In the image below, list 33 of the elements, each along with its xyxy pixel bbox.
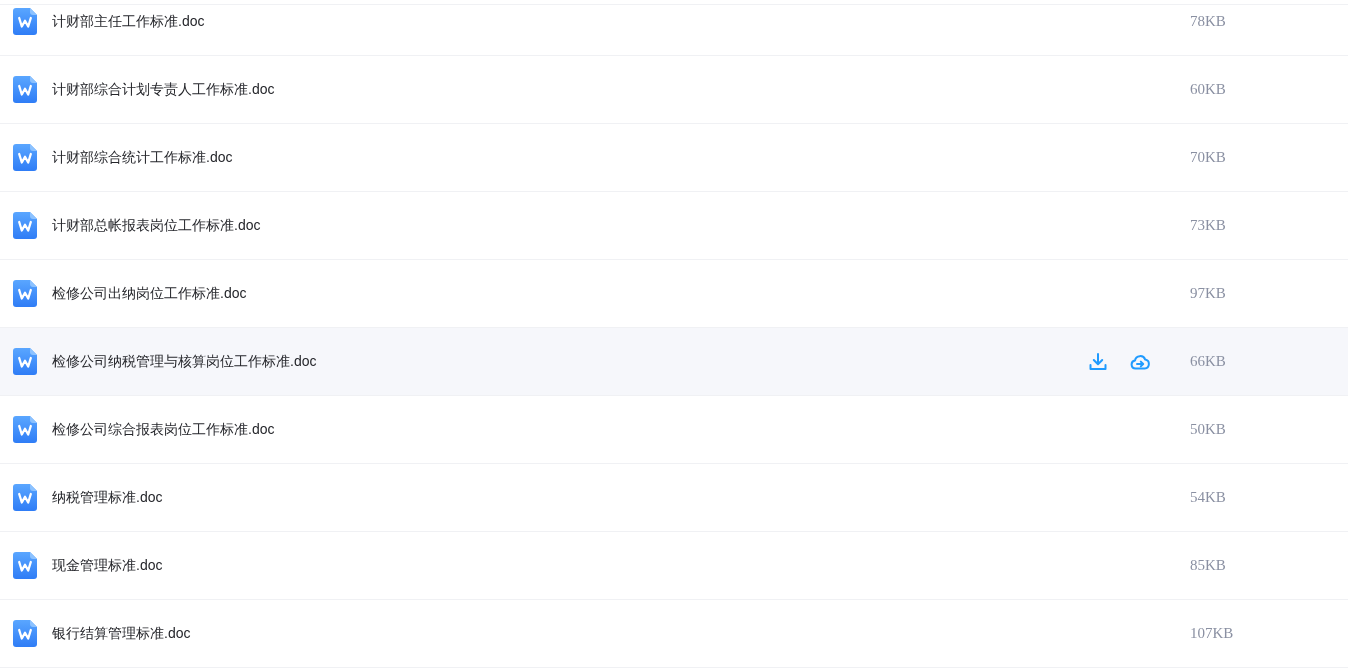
file-name: 纳税管理标准.doc: [52, 488, 164, 507]
file-size: 54KB: [1190, 489, 1226, 506]
file-name: 检修公司出纳岗位工作标准.doc: [52, 284, 248, 303]
file-size: 78KB: [1190, 13, 1226, 30]
word-document-icon: [13, 552, 37, 579]
file-name: 银行结算管理标准.doc: [52, 624, 192, 643]
word-document-icon: [13, 348, 37, 375]
word-document-icon: [13, 620, 37, 647]
word-document-icon: [13, 280, 37, 307]
file-name: 计财部总帐报表岗位工作标准.doc: [52, 216, 262, 235]
file-name: 检修公司纳税管理与核算岗位工作标准.doc: [52, 352, 318, 371]
file-size: 66KB: [1190, 353, 1226, 370]
word-document-icon: [13, 8, 37, 35]
file-name: 计财部综合统计工作标准.doc: [52, 148, 234, 167]
word-document-icon: [13, 144, 37, 171]
file-row[interactable]: 计财部主任工作标准.doc 78KB: [0, 5, 1348, 56]
file-size: 73KB: [1190, 217, 1226, 234]
file-name: 现金管理标准.doc: [52, 556, 164, 575]
download-icon[interactable]: [1088, 351, 1108, 372]
word-document-icon: [13, 484, 37, 511]
file-size: 70KB: [1190, 149, 1226, 166]
file-size: 60KB: [1190, 81, 1226, 98]
file-size: 97KB: [1190, 285, 1226, 302]
file-name: 检修公司综合报表岗位工作标准.doc: [52, 420, 276, 439]
file-row[interactable]: 检修公司纳税管理与核算岗位工作标准.doc 66KB: [0, 328, 1348, 396]
file-name: 计财部主任工作标准.doc: [52, 12, 206, 31]
file-name: 计财部综合计划专责人工作标准.doc: [52, 80, 276, 99]
word-document-icon: [13, 212, 37, 239]
file-size: 85KB: [1190, 557, 1226, 574]
word-document-icon: [13, 416, 37, 443]
file-size: 50KB: [1190, 421, 1226, 438]
file-size: 107KB: [1190, 625, 1234, 642]
word-document-icon: [13, 76, 37, 103]
